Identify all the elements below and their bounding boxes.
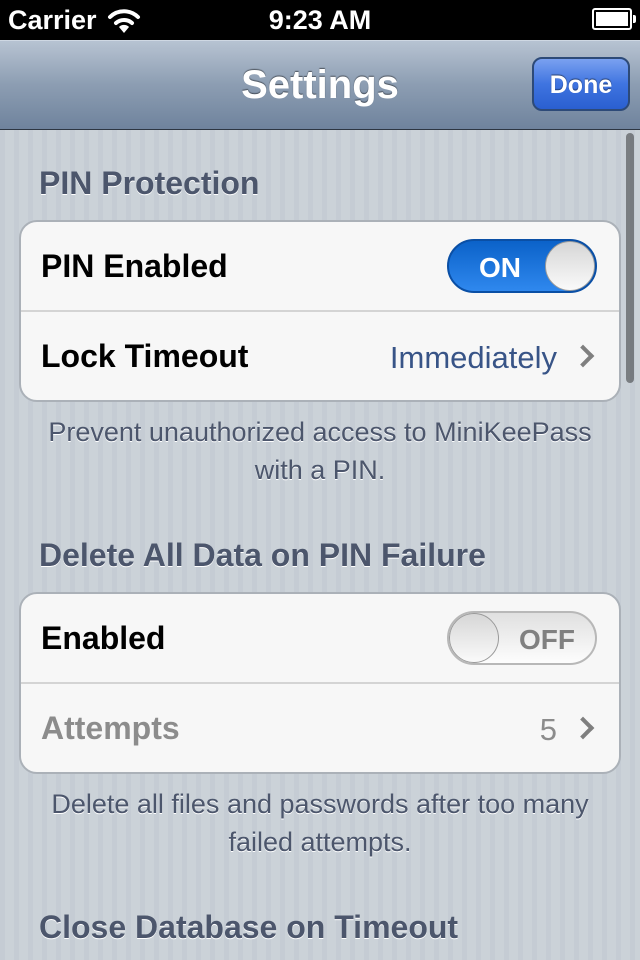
toggle-state-label: OFF xyxy=(519,624,575,655)
lock-timeout-row[interactable]: Lock Timeout Immediately xyxy=(21,310,619,400)
toggle-knob xyxy=(545,241,595,291)
section-header-close-database: Close Database on Timeout xyxy=(39,909,459,945)
status-time: 9:23 AM xyxy=(268,5,372,35)
pin-enabled-label: PIN Enabled xyxy=(41,248,228,284)
settings-table[interactable]: PIN Protection PIN Enabled ON Lock Timeo… xyxy=(0,129,640,960)
attempts-label: Attempts xyxy=(41,710,180,746)
chevron-right-icon xyxy=(571,716,595,740)
status-bar: Carrier 9:23 AM xyxy=(0,0,640,40)
attempts-value: 5 xyxy=(539,712,557,747)
lock-timeout-label: Lock Timeout xyxy=(41,338,249,374)
attempts-row[interactable]: Attempts 5 xyxy=(21,682,619,772)
delete-enabled-label: Enabled xyxy=(41,620,166,656)
toggle-knob xyxy=(449,613,499,663)
delete-enabled-toggle[interactable]: OFF xyxy=(447,611,597,665)
done-button[interactable]: Done xyxy=(532,57,630,111)
section-header-pin-protection: PIN Protection xyxy=(39,165,260,201)
section-header-delete-data: Delete All Data on PIN Failure xyxy=(39,537,486,573)
group-delete-data: Enabled OFF Attempts 5 xyxy=(19,592,621,774)
vertical-scrollbar[interactable] xyxy=(626,133,634,383)
lock-timeout-value: Immediately xyxy=(389,340,557,375)
pin-enabled-toggle[interactable]: ON xyxy=(447,239,597,293)
chevron-right-icon xyxy=(571,344,595,368)
delete-enabled-row[interactable]: Enabled OFF xyxy=(21,594,619,682)
group-pin-protection: PIN Enabled ON Lock Timeout Immediately xyxy=(19,220,621,402)
battery-icon xyxy=(592,8,636,30)
pin-enabled-row[interactable]: PIN Enabled ON xyxy=(21,222,619,310)
navigation-bar: Settings Done xyxy=(0,40,640,130)
toggle-state-label: ON xyxy=(479,252,521,283)
section-footer-delete-data: Delete all files and passwords after too… xyxy=(51,789,589,857)
section-footer-pin-protection: Prevent unauthorized access to MiniKeePa… xyxy=(48,417,592,485)
